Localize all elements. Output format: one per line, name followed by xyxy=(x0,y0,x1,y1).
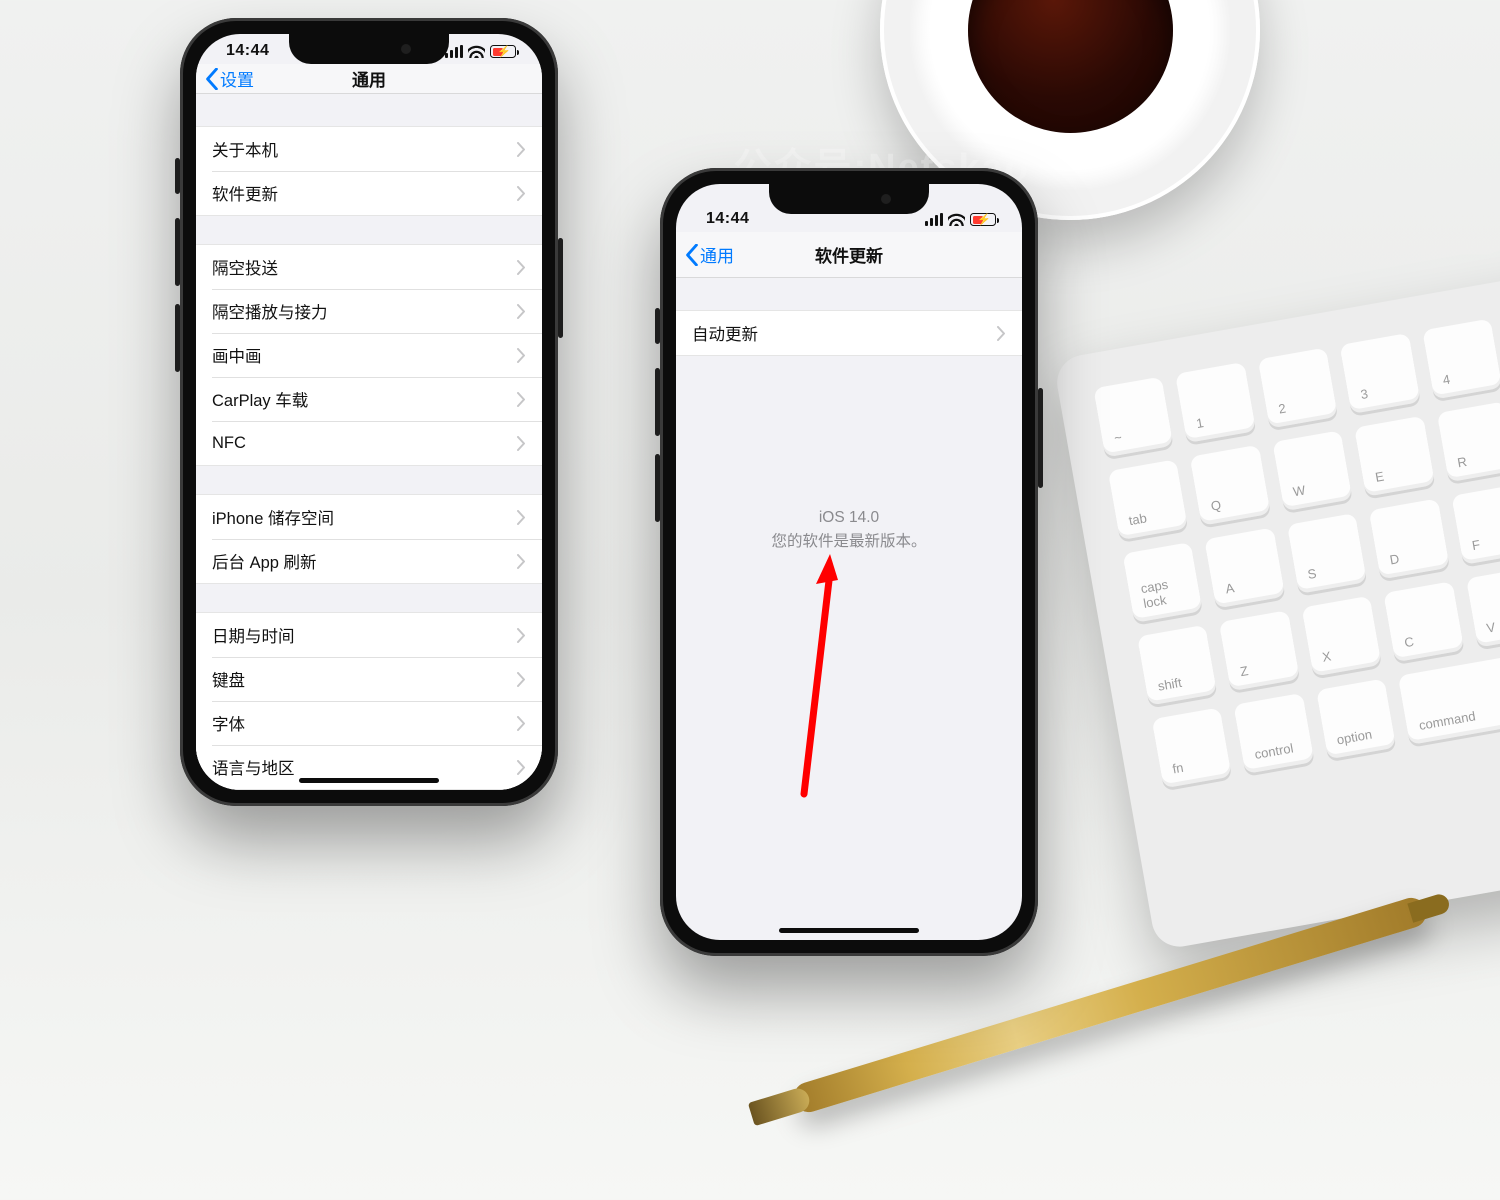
battery-charging-icon: ⚡ xyxy=(490,45,516,58)
chevron-right-icon xyxy=(517,142,526,157)
phone-software-update: 14:44 ⚡ 通用 软件更新 自动更新 iOS 14.0 您的软件是最新版本。 xyxy=(660,168,1038,956)
row-date-time[interactable]: 日期与时间 xyxy=(196,613,542,657)
back-button[interactable]: 通用 xyxy=(684,242,734,267)
back-button[interactable]: 设置 xyxy=(204,66,254,91)
status-time: 14:44 xyxy=(706,210,749,232)
chevron-left-icon xyxy=(204,68,220,90)
chevron-right-icon xyxy=(517,510,526,525)
signal-icon xyxy=(925,213,943,226)
chevron-right-icon xyxy=(517,392,526,407)
row-airplay-handoff[interactable]: 隔空播放与接力 xyxy=(196,289,542,333)
chevron-right-icon xyxy=(517,348,526,363)
chevron-right-icon xyxy=(517,628,526,643)
chevron-right-icon xyxy=(517,260,526,275)
page-title: 软件更新 xyxy=(815,242,883,267)
battery-charging-icon: ⚡ xyxy=(970,213,996,226)
nav-bar: 设置 通用 xyxy=(196,64,542,94)
nav-bar: 通用 软件更新 xyxy=(676,232,1022,278)
phone-general-settings: 14:44 ⚡ 设置 通用 关于本机 软件更新 隔空投送 隔空播放与接力 画中 xyxy=(180,18,558,806)
up-to-date-label: 您的软件是最新版本。 xyxy=(771,530,926,554)
status-time: 14:44 xyxy=(226,42,269,64)
row-software-update[interactable]: 软件更新 xyxy=(196,171,542,215)
chevron-right-icon xyxy=(517,436,526,451)
row-automatic-updates[interactable]: 自动更新 xyxy=(676,311,1022,355)
row-keyboard[interactable]: 键盘 xyxy=(196,657,542,701)
chevron-right-icon xyxy=(517,716,526,731)
row-carplay[interactable]: CarPlay 车载 xyxy=(196,377,542,421)
chevron-right-icon xyxy=(997,326,1006,341)
row-iphone-storage[interactable]: iPhone 储存空间 xyxy=(196,495,542,539)
row-background-app-refresh[interactable]: 后台 App 刷新 xyxy=(196,539,542,583)
chevron-right-icon xyxy=(517,304,526,319)
row-airdrop[interactable]: 隔空投送 xyxy=(196,245,542,289)
chevron-right-icon xyxy=(517,554,526,569)
update-status-message: iOS 14.0 您的软件是最新版本。 xyxy=(676,356,1022,940)
desk-keyboard: ~123456 tabQWERTY caps lockASDFGH shiftZ… xyxy=(1053,249,1500,951)
row-nfc[interactable]: NFC xyxy=(196,421,542,465)
wifi-icon xyxy=(948,213,965,226)
back-label: 设置 xyxy=(220,66,254,91)
chevron-left-icon xyxy=(684,244,700,266)
ios-version-label: iOS 14.0 xyxy=(819,506,879,530)
row-fonts[interactable]: 字体 xyxy=(196,701,542,745)
chevron-right-icon xyxy=(517,760,526,775)
wifi-icon xyxy=(468,45,485,58)
row-pip[interactable]: 画中画 xyxy=(196,333,542,377)
back-label: 通用 xyxy=(700,242,734,267)
chevron-right-icon xyxy=(517,672,526,687)
page-title: 通用 xyxy=(352,66,386,91)
row-about[interactable]: 关于本机 xyxy=(196,127,542,171)
chevron-right-icon xyxy=(517,186,526,201)
